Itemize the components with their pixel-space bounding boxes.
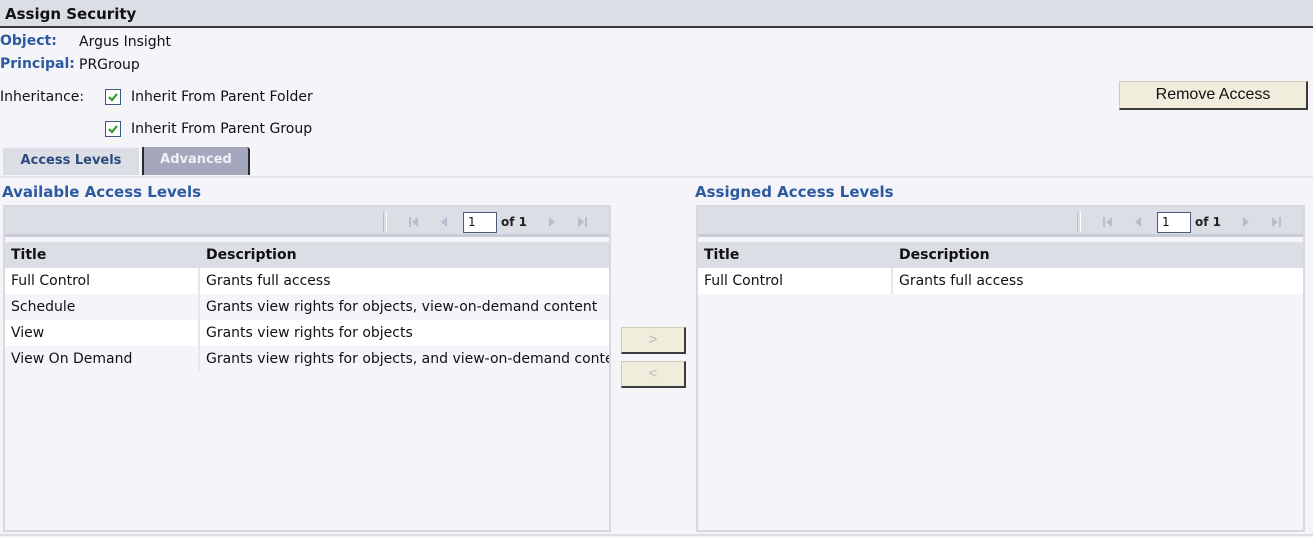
assigned-page-input[interactable] [1157, 211, 1191, 233]
available-page-input[interactable] [463, 211, 497, 233]
table-row[interactable]: View On Demand Grants view rights for ob… [5, 346, 609, 372]
row-title: Schedule [5, 294, 200, 320]
row-description: Grants full access [206, 273, 331, 289]
available-access-levels-grid: of 1 Title Description Full Control Gran… [3, 205, 611, 532]
previous-page-icon[interactable] [1131, 215, 1145, 229]
column-header-title[interactable]: Title [698, 242, 893, 268]
move-left-button[interactable]: < [621, 361, 686, 388]
column-header-title[interactable]: Title [5, 242, 200, 268]
tab-advanced[interactable]: Advanced [142, 147, 250, 175]
available-page-count: of 1 [501, 215, 527, 229]
pager-separator [1077, 212, 1081, 232]
move-right-button[interactable]: > [621, 327, 686, 354]
available-table-body: Full Control Grants full access Schedule… [5, 268, 609, 372]
assigned-access-levels-grid: of 1 Title Description Full Control Gran… [696, 205, 1305, 532]
row-title: View On Demand [5, 346, 200, 372]
inherit-parent-folder-option[interactable]: Inherit From Parent Folder [105, 87, 313, 107]
table-row[interactable]: Schedule Grants view rights for objects,… [5, 294, 609, 320]
row-title: View [5, 320, 200, 346]
next-page-icon[interactable] [1239, 215, 1253, 229]
bottom-border [0, 534, 1313, 536]
row-description: Grants view rights for objects, view-on-… [206, 299, 598, 315]
inherit-parent-group-label: Inherit From Parent Group [131, 121, 313, 137]
row-title: Full Control [698, 268, 893, 294]
row-description: Grants view rights for objects [206, 325, 413, 341]
inherit-parent-folder-label: Inherit From Parent Folder [131, 89, 313, 105]
table-row[interactable]: View Grants view rights for objects [5, 320, 609, 346]
object-label: Object: [0, 33, 57, 49]
object-value: Argus Insight [79, 34, 172, 50]
tab-divider [0, 176, 1313, 178]
inheritance-label: Inheritance: [0, 89, 85, 105]
checkmark-icon [108, 93, 118, 102]
pager-separator [383, 212, 387, 232]
previous-page-icon[interactable] [437, 215, 451, 229]
row-description: Grants view rights for objects, and view… [206, 351, 609, 367]
next-page-icon[interactable] [545, 215, 559, 229]
remove-access-button[interactable]: Remove Access [1119, 81, 1308, 110]
principal-label: Principal: [0, 56, 75, 72]
first-page-icon[interactable] [1101, 215, 1115, 229]
assigned-page-count: of 1 [1195, 215, 1221, 229]
column-header-description[interactable]: Description [893, 242, 1303, 268]
inherit-parent-group-checkbox[interactable] [105, 121, 121, 137]
last-page-icon[interactable] [575, 215, 589, 229]
column-header-description[interactable]: Description [200, 242, 609, 268]
assigned-pager: of 1 [698, 207, 1303, 237]
row-title: Full Control [5, 268, 200, 294]
dialog-title: Assign Security [5, 5, 137, 23]
dialog-header: Assign Security [0, 0, 1313, 28]
first-page-icon[interactable] [407, 215, 421, 229]
available-access-levels-title: Available Access Levels [2, 183, 202, 201]
assigned-access-levels-title: Assigned Access Levels [695, 183, 894, 201]
available-table-header: Title Description [5, 242, 609, 268]
row-description: Grants full access [899, 273, 1024, 289]
table-row[interactable]: Full Control Grants full access [5, 268, 609, 294]
last-page-icon[interactable] [1269, 215, 1283, 229]
inherit-parent-group-option[interactable]: Inherit From Parent Group [105, 119, 312, 139]
available-pager: of 1 [5, 207, 609, 237]
checkmark-icon [108, 125, 118, 134]
table-row[interactable]: Full Control Grants full access [698, 268, 1303, 294]
assigned-table-body: Full Control Grants full access [698, 268, 1303, 294]
inherit-parent-folder-checkbox[interactable] [105, 89, 121, 105]
principal-value: PRGroup [79, 57, 140, 73]
tab-access-levels[interactable]: Access Levels [3, 147, 139, 175]
assigned-table-header: Title Description [698, 242, 1303, 268]
